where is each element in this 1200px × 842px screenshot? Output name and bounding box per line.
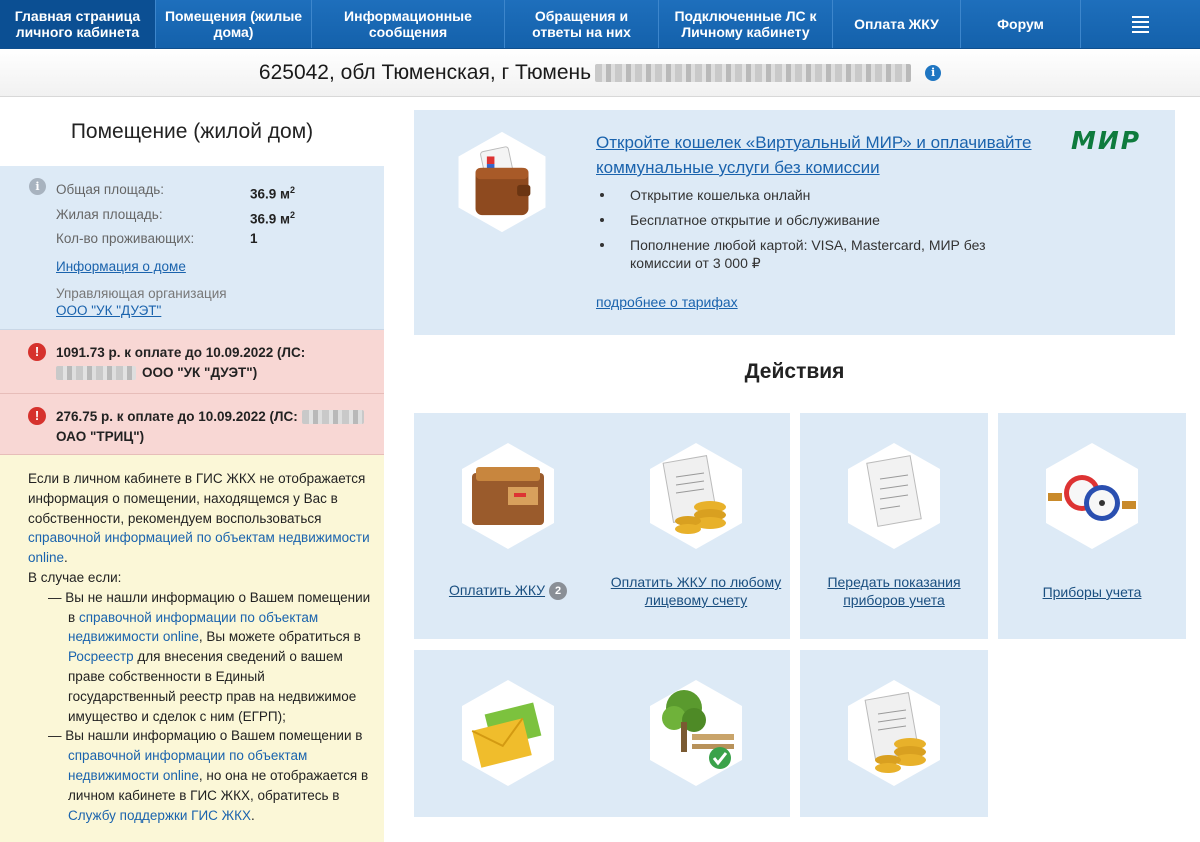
nav-messages[interactable]: Информационные сообщения	[312, 0, 505, 48]
info-icon[interactable]: i	[925, 64, 942, 81]
debt-org: ООО "УК "ДУЭТ")	[142, 365, 258, 380]
management-org-link[interactable]: ООО "УК "ДУЭТ"	[56, 303, 384, 318]
address-bar: 625042, обл Тюменская, г Тюмень i	[0, 49, 1200, 97]
left-panel: Помещение (жилой дом) i Общая площадь: 3…	[0, 97, 384, 842]
redacted-account	[56, 366, 136, 381]
nav-accounts[interactable]: Подключенные ЛС к Личному кабинету	[659, 0, 833, 48]
note-text: Если в личном кабинете в ГИС ЖКХ не отоб…	[28, 471, 366, 526]
note-paragraph: Если в личном кабинете в ГИС ЖКХ не отоб…	[28, 471, 370, 566]
debt-notice-1: ! 1091.73 р. к оплате до 10.09.2022 (ЛС:…	[0, 330, 384, 394]
tile-meters[interactable]: Приборы учета	[998, 413, 1186, 639]
promo-bullet: Пополнение любой картой: VISA, Mastercar…	[596, 236, 1016, 272]
wallet-icon	[462, 443, 554, 549]
debt-line: 1091.73 р. к оплате до 10.09.2022 (ЛС:	[56, 345, 306, 360]
stat-value: 36.9 м2	[250, 205, 295, 230]
alert-icon: !	[28, 407, 46, 425]
debt-line-text: 276.75 р. к оплате до 10.09.2022 (ЛС:	[56, 409, 298, 424]
nav-messages-label: Информационные сообщения	[344, 8, 472, 40]
promo-title-link[interactable]: Откройте кошелек «Виртуальный МИР» и опл…	[596, 130, 1056, 180]
info-icon: i	[29, 178, 46, 195]
rosreestr-link[interactable]: Росреестр	[68, 649, 134, 664]
debt-org: ОАО "ТРИЦ")	[56, 429, 145, 444]
nav-home-label: Главная страница личного кабинета	[14, 8, 141, 40]
note-paragraph: В случае если:	[28, 569, 122, 585]
receipt-coins-icon	[650, 443, 742, 549]
redacted-account	[301, 410, 364, 425]
stat-label: Общая площадь:	[56, 182, 165, 197]
debt-line: 276.75 р. к оплате до 10.09.2022 (ЛС:	[56, 407, 370, 427]
nav-premises[interactable]: Помещения (жилые дома)	[156, 0, 312, 48]
tree-bench-icon	[650, 680, 742, 786]
count-badge: 2	[549, 582, 568, 601]
water-meter-icon	[1046, 443, 1138, 549]
actions-title: Действия	[744, 360, 845, 383]
stat-value: 36.9 м2	[250, 180, 295, 205]
note-text: , Вы можете обратиться в	[198, 629, 361, 645]
tile-submit-readings[interactable]: Передать показания приборов учета	[800, 413, 988, 639]
receipt-icon	[848, 443, 940, 549]
tile-label: Приборы учета	[998, 583, 1186, 601]
promo-banner: Откройте кошелек «Виртуальный МИР» и опл…	[414, 110, 1175, 335]
nav-premises-label: Помещения (жилые дома)	[164, 8, 303, 40]
nav-payment[interactable]: Оплата ЖКУ	[833, 0, 961, 48]
promo-bullets: Открытие кошелька онлайн Бесплатное откр…	[596, 186, 1016, 279]
nav-payment-label: Оплата ЖКУ	[854, 16, 939, 32]
nav-forum-label: Форум	[997, 16, 1044, 32]
promo-bullet: Бесплатное открытие и обслуживание	[596, 211, 1016, 229]
stat-label: Кол-во проживающих:	[56, 231, 195, 246]
reference-info-link[interactable]: справочной информацией по объектам недви…	[28, 530, 370, 565]
stat-unit-sup: 2	[290, 209, 296, 220]
tile-pay-any-account[interactable]: Оплатить ЖКУ по любому лицевому счету	[602, 413, 790, 639]
menu-button[interactable]	[1081, 0, 1200, 48]
wallet-icon	[458, 131, 546, 233]
nav-accounts-label: Подключенные ЛС к Личному кабинету	[674, 8, 817, 40]
tile-label: Оплатить ЖКУ 2	[414, 581, 602, 601]
note-bullet: — Вы не нашли информацию о Вашем помещен…	[28, 588, 374, 727]
support-link[interactable]: Службу поддержки ГИС ЖКХ	[68, 808, 251, 823]
note-bullet: — Вы нашли информацию о Вашем помещении …	[28, 726, 374, 825]
hamburger-icon	[1132, 15, 1149, 33]
pay-housing-link[interactable]: Оплатить ЖКУ	[449, 582, 545, 598]
envelope-icon	[462, 680, 554, 786]
stat-value-text: 36.9 м	[250, 186, 291, 202]
debt-line: ООО "УК "ДУЭТ")	[56, 363, 370, 383]
tile-label: Передать показания приборов учета	[800, 573, 988, 609]
tariffs-link[interactable]: подробнее о тарифах	[596, 294, 738, 310]
tile-premises[interactable]	[602, 650, 790, 817]
premises-info: i Общая площадь: 36.9 м2 Жилая площадь: …	[0, 166, 384, 330]
note-text: .	[251, 807, 255, 823]
tile-pay-housing[interactable]: Оплатить ЖКУ 2	[414, 413, 602, 639]
stat-value: 1	[250, 231, 258, 246]
receipt-coins-icon	[848, 680, 940, 786]
nav-appeals[interactable]: Обращения и ответы на них	[505, 0, 659, 48]
nav-appeals-label: Обращения и ответы на них	[532, 8, 631, 40]
tile-messages[interactable]	[414, 650, 602, 817]
promo-bullet: Открытие кошелька онлайн	[596, 186, 1016, 204]
house-info-link[interactable]: Информация о доме	[56, 259, 384, 274]
stat-total-area: Общая площадь: 36.9 м2	[28, 180, 384, 205]
mir-logo: МИР	[1071, 126, 1142, 155]
stat-living-area: Жилая площадь: 36.9 м2	[28, 205, 384, 230]
tile-label: Оплатить ЖКУ по любому лицевому счету	[602, 573, 790, 609]
alert-icon: !	[28, 343, 46, 361]
premises-title: Помещение (жилой дом)	[70, 119, 314, 143]
top-navigation: Главная страница личного кабинета Помеще…	[0, 0, 1200, 49]
address-text: 625042, обл Тюменская, г Тюмень	[258, 60, 592, 84]
nav-home[interactable]: Главная страница личного кабинета	[0, 0, 156, 48]
meters-link[interactable]: Приборы учета	[1043, 584, 1142, 600]
stat-label: Жилая площадь:	[56, 206, 163, 222]
note-text: — Вы нашли информацию о Вашем помещении …	[48, 728, 363, 744]
tile-subsidies[interactable]	[800, 650, 988, 817]
submit-readings-link[interactable]: Передать показания приборов учета	[827, 574, 960, 608]
stat-unit-sup: 2	[290, 185, 296, 195]
debt-notice-2: ! 276.75 р. к оплате до 10.09.2022 (ЛС: …	[0, 394, 384, 455]
stat-value-text: 36.9 м	[250, 211, 291, 226]
help-note: Если в личном кабинете в ГИС ЖКХ не отоб…	[0, 455, 384, 842]
nav-forum[interactable]: Форум	[961, 0, 1081, 48]
stat-residents: Кол-во проживающих: 1	[28, 229, 384, 249]
pay-any-account-link[interactable]: Оплатить ЖКУ по любому лицевому счету	[611, 574, 781, 608]
management-org-label: Управляющая организация	[56, 286, 227, 301]
redacted-address	[595, 63, 912, 82]
